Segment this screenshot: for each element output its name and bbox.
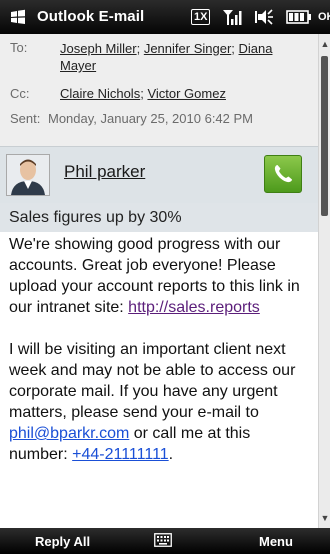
cc-recipient-link[interactable]: Victor Gomez [147, 86, 226, 101]
message-header: To: Joseph Miller; Jennifer Singer; Dian… [0, 34, 318, 146]
keyboard-icon[interactable] [154, 533, 172, 547]
message-body: We're showing good progress with our acc… [9, 234, 311, 465]
cc-recipient-link[interactable]: Claire Nichols [60, 86, 140, 101]
body-text: I will be visiting an important client n… [9, 341, 296, 421]
scroll-down-icon[interactable]: ▼ [320, 512, 330, 524]
scrollbar[interactable]: ▲ ▼ [318, 34, 330, 528]
scroll-thumb[interactable] [321, 56, 328, 216]
to-field: Joseph Miller; Jennifer Singer; Diana Ma… [60, 41, 273, 73]
sender-contact-bar: Phil parker [0, 146, 318, 204]
phone-number-link[interactable]: +44-21111111 [72, 446, 169, 463]
reply-all-button[interactable]: Reply All [35, 534, 90, 549]
call-button[interactable] [264, 155, 302, 193]
windows-flag-icon[interactable] [10, 9, 26, 25]
softkey-bar: Reply All Menu [0, 528, 330, 554]
scroll-up-icon[interactable]: ▲ [320, 38, 330, 50]
recipient-link[interactable]: Jennifer Singer [144, 41, 231, 56]
title-bar: Outlook E-mail 1X OK [0, 0, 330, 34]
intranet-link[interactable]: http://sales.reports [128, 299, 260, 316]
cc-label: Cc: [10, 86, 30, 101]
sender-name-link[interactable]: Phil parker [64, 162, 145, 182]
body-text: . [168, 446, 174, 463]
body-paragraph: We're showing good progress with our acc… [9, 234, 311, 318]
app-title: Outlook E-mail [37, 8, 145, 25]
battery-icon [286, 0, 312, 34]
menu-button[interactable]: Menu [259, 534, 293, 549]
network-1x-icon: 1X [191, 0, 211, 34]
ok-button[interactable]: OK [318, 0, 330, 34]
email-link[interactable]: phil@bparkr.com [9, 425, 129, 442]
phone-icon [274, 165, 292, 183]
sent-label: Sent: [10, 111, 41, 126]
cc-field: Claire Nichols; Victor Gomez [60, 86, 226, 101]
body-paragraph: I will be visiting an important client n… [9, 339, 311, 465]
recipient-link[interactable]: Joseph Miller [60, 41, 137, 56]
message-subject: Sales figures up by 30% [0, 203, 318, 232]
sent-value: Monday, January 25, 2010 6:42 PM [48, 111, 253, 126]
signal-icon [222, 0, 244, 34]
volume-icon [254, 0, 276, 34]
avatar[interactable] [6, 154, 50, 196]
network-label: 1X [191, 9, 211, 25]
to-label: To: [10, 40, 28, 55]
